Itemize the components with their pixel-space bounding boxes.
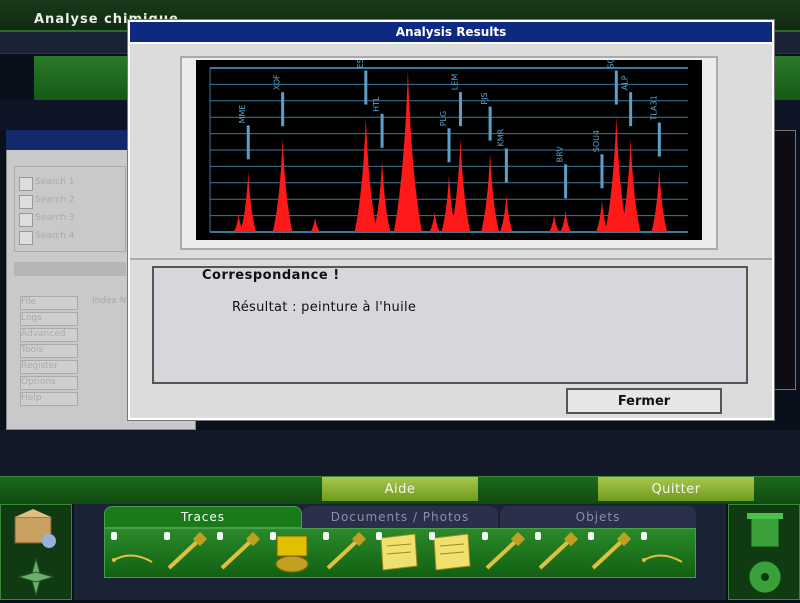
peak-label: ALP xyxy=(621,75,630,90)
peak-marker xyxy=(246,125,250,160)
help-button[interactable]: Aide xyxy=(322,477,478,501)
inventory-item-brush[interactable] xyxy=(532,530,582,576)
index-label: Index N xyxy=(92,296,127,306)
peak-label: KMR xyxy=(496,128,505,146)
dialog-title: Analysis Results xyxy=(395,25,507,39)
menu-item[interactable]: Help xyxy=(20,392,78,406)
menu-item[interactable]: Advanced xyxy=(20,328,78,342)
kit-box-icon[interactable] xyxy=(1,505,71,599)
peak-marker xyxy=(458,92,462,127)
inventory-item-document[interactable] xyxy=(426,530,476,576)
quit-button[interactable]: Quitter xyxy=(598,477,754,501)
close-button[interactable]: Fermer xyxy=(566,388,722,414)
media-controls xyxy=(14,262,126,276)
search-checkbox[interactable] xyxy=(19,195,33,209)
peak-label: SOU12 xyxy=(606,60,615,69)
peak-label: EST xyxy=(356,60,365,69)
peak-label: MME xyxy=(238,105,247,124)
peak-marker xyxy=(629,92,633,127)
search-checkbox[interactable] xyxy=(19,213,33,227)
search-label: Search 4 xyxy=(35,231,75,241)
search-checkbox[interactable] xyxy=(19,177,33,191)
peak-marker xyxy=(600,154,604,189)
tab-objects[interactable]: Objets xyxy=(500,506,696,528)
inventory-item-brush[interactable] xyxy=(479,530,529,576)
menu-item[interactable]: Register xyxy=(20,360,78,374)
menu-item[interactable]: Tools xyxy=(20,344,78,358)
peak-marker xyxy=(564,164,568,199)
peak-marker xyxy=(281,92,285,127)
search-label: Search 3 xyxy=(35,213,75,223)
peak-label: SOU4 xyxy=(592,130,601,152)
inventory-item-brush[interactable] xyxy=(161,530,211,576)
inventory-item-brush[interactable] xyxy=(320,530,370,576)
menu-item[interactable]: Options xyxy=(20,376,78,390)
peak-marker xyxy=(488,106,492,141)
bottom-dark-band xyxy=(0,430,800,476)
right-tool-panel xyxy=(728,504,800,600)
inventory-item-brush[interactable] xyxy=(585,530,635,576)
inventory-item-swab[interactable] xyxy=(638,530,688,576)
left-tool-panel xyxy=(0,504,72,600)
dialog-divider xyxy=(130,258,772,260)
inventory-item-brush[interactable] xyxy=(214,530,264,576)
peak-marker xyxy=(504,148,508,183)
tab-documents[interactable]: Documents / Photos xyxy=(302,506,498,528)
peak-marker xyxy=(447,128,451,163)
peak-label: TLA31 xyxy=(649,95,658,121)
trash-icon[interactable] xyxy=(729,505,799,599)
peak-label: XOF xyxy=(273,74,282,90)
inventory-item-swab[interactable] xyxy=(108,530,158,576)
peak-marker xyxy=(380,113,384,148)
peak-marker xyxy=(614,70,618,105)
menu-item[interactable]: Logs xyxy=(20,312,78,326)
peak-label: PJS xyxy=(480,92,489,104)
match-result: Résultat : peinture à l'huile xyxy=(232,300,417,315)
peak-label: LEM xyxy=(450,74,459,91)
chromatogram-chart: MMEXOFESTHTLFDYPLGLEMPJSKMRBRVSOU4SOU12A… xyxy=(196,60,702,240)
peak-label: PLG xyxy=(439,111,448,126)
match-header: Correspondance ! xyxy=(202,268,340,283)
peak-label: HTL xyxy=(372,96,381,112)
disc-icon xyxy=(748,560,782,594)
message-box xyxy=(152,266,748,384)
search-label: Search 2 xyxy=(35,195,75,205)
search-checkbox[interactable] xyxy=(19,231,33,245)
menu-item[interactable]: File xyxy=(20,296,78,310)
inventory-item-document[interactable] xyxy=(373,530,423,576)
peak-label: BRV xyxy=(556,146,565,163)
compass-icon xyxy=(17,557,55,597)
inventory-item-sieve[interactable] xyxy=(267,530,317,576)
peak-marker xyxy=(364,70,368,105)
background-menu: File Logs Advanced Tools Register Option… xyxy=(14,290,126,410)
search-label: Search 1 xyxy=(35,177,75,187)
search-list: Search 1 Search 2 Search 3 Search 4 xyxy=(14,166,126,252)
tab-traces[interactable]: Traces xyxy=(104,506,302,528)
peak-marker xyxy=(657,122,661,157)
